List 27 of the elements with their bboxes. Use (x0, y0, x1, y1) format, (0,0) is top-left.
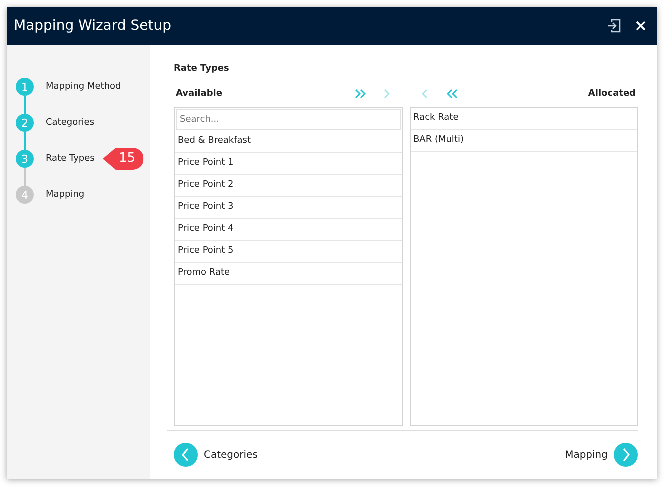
step-label[interactable]: Mapping Method (46, 82, 122, 92)
step-label[interactable]: Categories (46, 118, 95, 128)
column-heading: Allocated (587, 89, 637, 99)
chevron-left-icon (181, 448, 191, 462)
next-button[interactable]: Mapping (565, 443, 638, 467)
step-label[interactable]: Mapping (46, 190, 85, 200)
list-item[interactable]: Price Point 2 (175, 175, 402, 197)
export-icon[interactable] (607, 18, 623, 34)
chevron-right-icon (621, 448, 631, 462)
window-title: Mapping Wizard Setup (14, 18, 172, 34)
list-item[interactable]: BAR (Multi) (410, 130, 637, 152)
list-item[interactable]: Price Point 3 (175, 197, 402, 219)
close-icon[interactable] (635, 20, 647, 32)
back-button[interactable]: Categories (174, 443, 258, 467)
double-chevron-right-icon[interactable] (354, 89, 366, 99)
step-label[interactable]: Rate Types (46, 154, 95, 164)
list-item[interactable]: Promo Rate (175, 263, 402, 285)
list-item[interactable]: Price Point 5 (175, 241, 402, 263)
double-chevron-left-icon[interactable] (446, 89, 458, 99)
section-title: Rate Types (174, 64, 230, 74)
column-heading: Available (175, 89, 224, 99)
list-item[interactable]: Rack Rate (410, 108, 637, 130)
list-item[interactable]: Bed & Breakfast (175, 131, 402, 153)
list-item[interactable]: Price Point 4 (175, 219, 402, 241)
callout-badge: 15 (103, 148, 144, 170)
search-field[interactable]: Search... (176, 109, 400, 130)
list-item[interactable]: Price Point 1 (175, 153, 402, 175)
